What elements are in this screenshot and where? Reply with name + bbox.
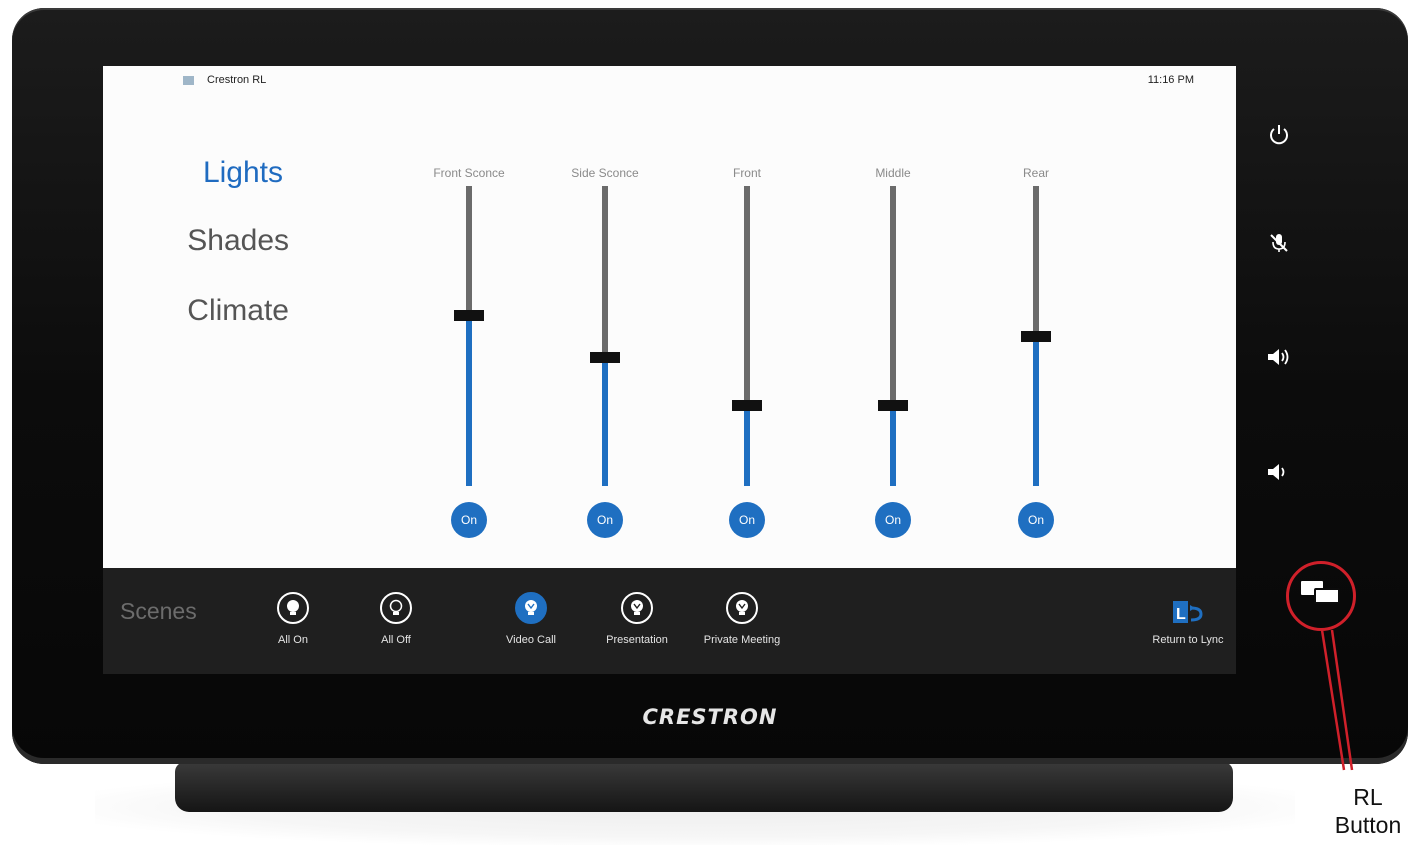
nav-shades[interactable]: Shades [29, 224, 289, 258]
channel-label: Rear [1022, 166, 1049, 180]
channel-label: Front [732, 166, 761, 180]
slider-thumb[interactable] [1021, 331, 1051, 342]
scenes-bar: Scenes All On All Off Video Call Present… [103, 568, 1236, 674]
lync-icon: L [1171, 598, 1205, 628]
channel-label: Front Sconce [433, 166, 505, 180]
return-to-lync-label: Return to Lync [1152, 634, 1224, 646]
on-button[interactable]: On [587, 502, 623, 538]
scene-label: All Off [381, 634, 411, 646]
slider-fill [466, 315, 472, 486]
slider-thumb[interactable] [590, 352, 620, 363]
volume-up-button[interactable] [1262, 340, 1296, 374]
scene-presentation[interactable]: Presentation [582, 592, 692, 646]
channel-label: Middle [875, 166, 911, 180]
slider-thumb[interactable] [454, 310, 484, 321]
scene-all-off[interactable]: All Off [341, 592, 451, 646]
on-button[interactable]: On [729, 502, 765, 538]
scene-all-on[interactable]: All On [238, 592, 348, 646]
nav-lights[interactable]: Lights [23, 156, 283, 190]
return-to-lync-button[interactable]: L Return to Lync [1133, 598, 1243, 646]
slider-fill [1033, 336, 1039, 486]
app-title: Crestron RL [207, 74, 267, 86]
scene-video-call[interactable]: Video Call [476, 592, 586, 646]
lightbulb-icon [726, 592, 758, 624]
rl-button-callout-ring [1286, 561, 1356, 631]
dimmer-slider[interactable] [590, 186, 620, 486]
lightbulb-icon [277, 592, 309, 624]
nav-climate[interactable]: Climate [29, 294, 289, 328]
rl-label-line1: RL [1353, 784, 1383, 810]
scene-private-meeting[interactable]: Private Meeting [687, 592, 797, 646]
slider-fill [602, 357, 608, 486]
dimmer-slider[interactable] [878, 186, 908, 486]
scene-label: Presentation [606, 634, 668, 646]
lightbulb-icon [515, 592, 547, 624]
dimmer-slider[interactable] [1021, 186, 1051, 486]
scene-label: Video Call [506, 634, 556, 646]
scenes-title: Scenes [120, 598, 197, 624]
slider-fill [744, 405, 750, 486]
scene-label: Private Meeting [703, 634, 781, 646]
slider-thumb[interactable] [878, 400, 908, 411]
slider-fill [890, 405, 896, 486]
scene-label: All On [278, 634, 308, 646]
rl-button-callout-label: RL Button [1318, 783, 1417, 839]
touch-screen: Crestron RL 11:16 PM Lights Shades Clima… [103, 66, 1236, 568]
lightbulb-icon [621, 592, 653, 624]
lightbulb-outline-icon [380, 592, 412, 624]
clock: 11:16 PM [1147, 74, 1194, 86]
mic-mute-icon [1270, 234, 1288, 252]
svg-text:L: L [1176, 606, 1186, 623]
volume-up-icon [1268, 349, 1289, 365]
power-icon [1270, 125, 1288, 145]
volume-down-button[interactable] [1262, 455, 1296, 489]
on-button[interactable]: On [451, 502, 487, 538]
rl-label-line2: Button [1334, 812, 1402, 838]
dimmer-slider[interactable] [732, 186, 762, 486]
app-icon [183, 76, 194, 85]
mic-mute-button[interactable] [1262, 226, 1296, 260]
volume-down-icon [1268, 464, 1285, 480]
brand-logo: CRESTRON [642, 705, 778, 729]
on-button[interactable]: On [1018, 502, 1054, 538]
stand-base [175, 762, 1233, 812]
channel-label: Side Sconce [571, 166, 639, 180]
power-button[interactable] [1262, 118, 1296, 152]
on-button[interactable]: On [875, 502, 911, 538]
dimmer-slider[interactable] [454, 186, 484, 486]
slider-thumb[interactable] [732, 400, 762, 411]
